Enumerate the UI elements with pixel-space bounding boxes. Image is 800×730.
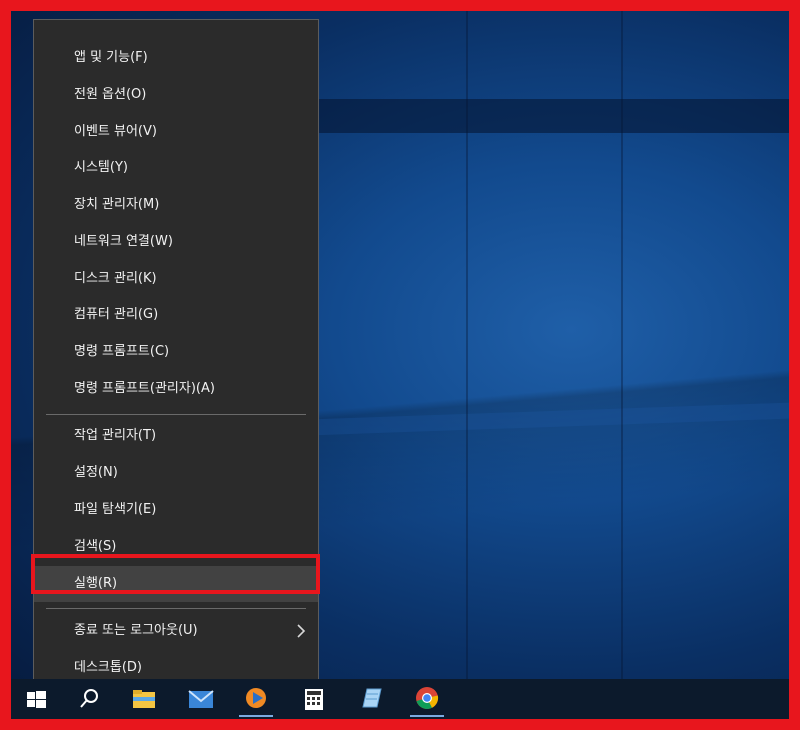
menu-item-label: 디스크 관리(K)	[74, 271, 157, 286]
menu-item-label: 앱 및 기능(F)	[74, 50, 148, 65]
run-highlight-box	[31, 554, 320, 594]
mail-icon	[188, 690, 214, 708]
menu-item-task-manager[interactable]: 작업 관리자(T)	[34, 418, 318, 454]
taskbar-app-chrome[interactable]	[404, 679, 450, 719]
search-icon	[80, 689, 98, 708]
menu-item-label: 명령 프롬프트(관리자)(A)	[74, 381, 215, 396]
media-player-icon	[246, 688, 266, 708]
menu-item-command-prompt-admin[interactable]: 명령 프롬프트(관리자)(A)	[34, 371, 318, 407]
menu-item-label: 장치 관리자(M)	[74, 197, 160, 212]
chevron-right-icon	[297, 624, 306, 638]
menu-item-event-viewer[interactable]: 이벤트 뷰어(V)	[34, 114, 318, 150]
menu-item-label: 설정(N)	[74, 465, 118, 480]
menu-item-apps-features[interactable]: 앱 및 기능(F)	[34, 40, 318, 76]
menu-item-label: 이벤트 뷰어(V)	[74, 124, 157, 139]
menu-item-label: 종료 또는 로그아웃(U)	[74, 623, 198, 638]
menu-item-label: 네트워크 연결(W)	[74, 234, 173, 249]
menu-item-computer-management[interactable]: 컴퓨터 관리(G)	[34, 297, 318, 333]
start-button[interactable]	[13, 679, 59, 719]
menu-item-device-manager[interactable]: 장치 관리자(M)	[34, 187, 318, 223]
menu-item-label: 작업 관리자(T)	[74, 428, 157, 443]
taskbar-app-mail[interactable]	[178, 679, 224, 719]
menu-item-label: 시스템(Y)	[74, 160, 128, 175]
menu-item-label: 파일 탐색기(E)	[74, 502, 157, 517]
taskbar-app-media-player[interactable]	[233, 679, 279, 719]
wallpaper-band-lower	[311, 402, 789, 436]
menu-item-system[interactable]: 시스템(Y)	[34, 150, 318, 186]
taskbar-app-file-explorer[interactable]	[121, 679, 167, 719]
menu-item-label: 컴퓨터 관리(G)	[74, 307, 159, 322]
menu-item-shutdown-signout[interactable]: 종료 또는 로그아웃(U)	[34, 613, 318, 649]
menu-item-file-explorer[interactable]: 파일 탐색기(E)	[34, 492, 318, 528]
taskbar	[11, 679, 789, 719]
wallpaper-pane-line	[466, 11, 468, 679]
screenshot-frame: 앱 및 기능(F) 전원 옵션(O) 이벤트 뷰어(V) 시스템(Y) 장치 관…	[0, 0, 800, 730]
menu-item-disk-management[interactable]: 디스크 관리(K)	[34, 261, 318, 297]
notepad-icon	[362, 688, 382, 708]
active-app-indicator	[239, 715, 273, 717]
file-explorer-icon	[133, 690, 155, 708]
wallpaper-pane-line	[621, 11, 623, 679]
menu-item-label: 전원 옵션(O)	[74, 87, 147, 102]
menu-item-settings[interactable]: 설정(N)	[34, 455, 318, 491]
menu-item-label: 명령 프롬프트(C)	[74, 344, 170, 359]
menu-item-power-options[interactable]: 전원 옵션(O)	[34, 77, 318, 113]
taskbar-app-notepad[interactable]	[347, 679, 393, 719]
chrome-icon	[416, 687, 439, 709]
menu-separator	[46, 608, 306, 609]
taskbar-app-calculator[interactable]	[291, 679, 337, 719]
menu-separator	[46, 414, 306, 415]
active-app-indicator	[410, 715, 444, 717]
windows-start-icon	[27, 691, 46, 708]
menu-item-command-prompt[interactable]: 명령 프롬프트(C)	[34, 334, 318, 370]
search-button[interactable]	[66, 679, 112, 719]
wallpaper-band	[311, 99, 789, 133]
calculator-icon	[305, 689, 323, 710]
menu-item-label: 데스크톱(D)	[74, 660, 142, 675]
menu-item-network-connections[interactable]: 네트워크 연결(W)	[34, 224, 318, 260]
